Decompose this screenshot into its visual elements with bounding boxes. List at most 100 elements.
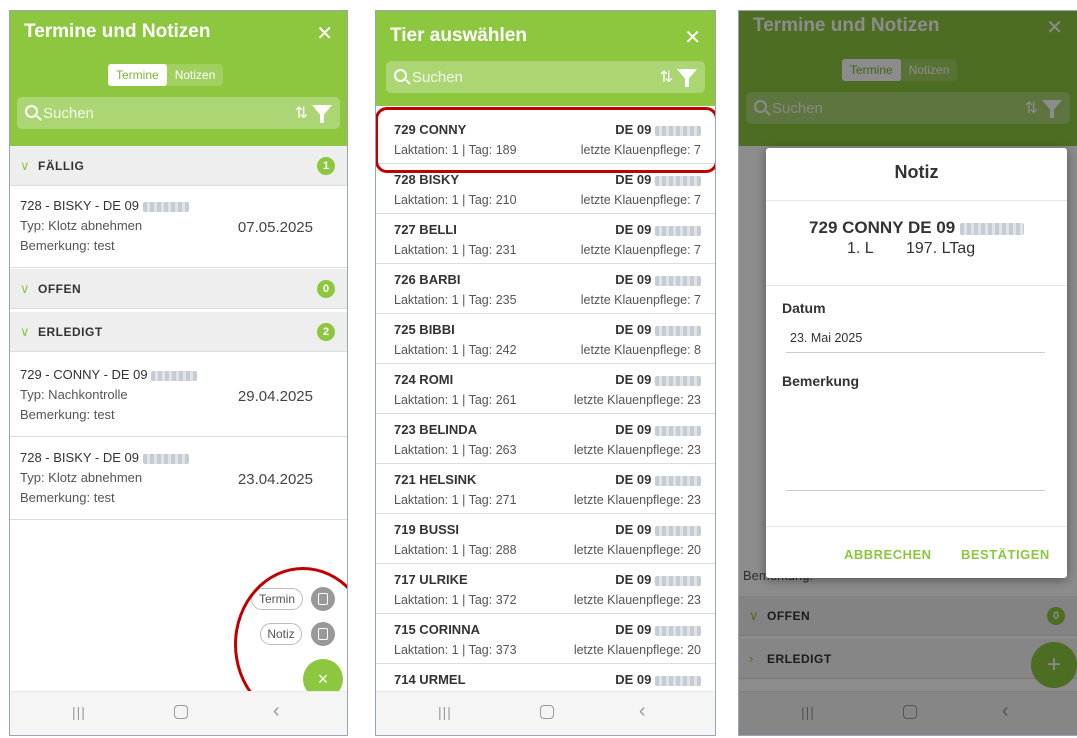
filter-icon[interactable] — [677, 69, 697, 87]
lactation-info: Laktation: 1 | Tag: 242 — [394, 343, 517, 357]
redacted-id — [142, 453, 189, 464]
page-title: Termine und Notizen — [24, 21, 211, 42]
animal-row[interactable]: 726 BARBI DE 09 Laktation: 1 | Tag: 235 le… — [376, 264, 715, 314]
ear-tag: DE 09 — [615, 672, 652, 687]
count-badge: 2 — [317, 323, 335, 341]
tab-notizen[interactable]: Notizen — [167, 64, 224, 86]
search-placeholder: Suchen — [43, 105, 94, 122]
section-label: FÄLLIG — [38, 159, 85, 173]
section-faellig[interactable]: ∨ FÄLLIG 1 — [10, 146, 347, 186]
animal-row[interactable]: 727 BELLI DE 09 Laktation: 1 | Tag: 231 le… — [376, 214, 715, 264]
animal-row[interactable]: 721 HELSINK DE 09 Laktation: 1 | Tag: 271… — [376, 464, 715, 514]
count-badge: 0 — [317, 280, 335, 298]
item-note: Bemerkung: test — [20, 407, 115, 422]
ear-tag: DE 09 — [615, 372, 652, 387]
header: Termine und Notizen ✕ Termine Notizen Su… — [10, 11, 347, 146]
cancel-button[interactable]: ABBRECHEN — [844, 547, 932, 562]
animal-row[interactable]: 717 ULRIKE DE 09 Laktation: 1 | Tag: 372 l… — [376, 564, 715, 614]
claw-care-info: letzte Klauenpflege: 23 — [573, 443, 701, 457]
item-note: Bemerkung: test — [20, 490, 115, 505]
dialog-title: Notiz — [894, 162, 939, 182]
ear-tag: DE 09 — [615, 572, 652, 587]
recent-apps-icon[interactable]: ||| — [438, 704, 452, 720]
redacted-id — [655, 275, 701, 286]
screen-note-dialog: Termine und Notizen ✕ Termine Notizen Su… — [738, 10, 1077, 736]
date-field[interactable]: 23. Mai 2025 — [790, 331, 862, 345]
filter-icon[interactable] — [312, 105, 332, 123]
animal-name: 723 BELINDA — [394, 422, 478, 437]
sort-icon[interactable]: ⇅ — [660, 67, 673, 87]
lactation-info: Laktation: 1 | Tag: 271 — [394, 493, 517, 507]
ear-tag: DE 09 — [615, 272, 652, 287]
item-title: 729 - CONNY - DE 09 — [20, 367, 148, 382]
section-erledigt[interactable]: ∨ ERLEDIGT 2 — [10, 312, 347, 352]
item-type: Typ: Klotz abnehmen — [20, 218, 143, 233]
claw-care-info: letzte Klauenpflege: 20 — [573, 543, 701, 557]
animal-row[interactable]: 725 BIBBI DE 09 Laktation: 1 | Tag: 242 le… — [376, 314, 715, 364]
search-input[interactable]: Suchen ⇅ — [17, 97, 340, 129]
item-date: 07.05.2025 — [237, 219, 313, 236]
redacted-id — [655, 425, 701, 436]
back-icon[interactable]: ‹ — [273, 700, 280, 723]
confirm-button[interactable]: BESTÄTIGEN — [961, 547, 1050, 562]
home-icon[interactable] — [174, 705, 188, 719]
ear-tag: DE 09 — [615, 172, 652, 187]
ear-tag: DE 09 — [615, 222, 652, 237]
lactation-info: Laktation: 1 | Tag: 235 — [394, 293, 517, 307]
list-item[interactable]: 728 - BISKY - DE 09 Typ: Klotz abnehmen … — [10, 438, 347, 520]
animal-name: 717 ULRIKE — [394, 572, 468, 587]
claw-care-info: letzte Klauenpflege: 23 — [573, 393, 701, 407]
redacted-id — [151, 370, 198, 381]
divider — [766, 285, 1067, 286]
animal-name: 725 BIBBI — [394, 322, 455, 337]
note-underline — [786, 490, 1045, 491]
section-label: OFFEN — [38, 282, 82, 296]
sort-icon[interactable]: ⇅ — [295, 103, 308, 123]
chevron-down-icon: ∨ — [20, 324, 30, 339]
redacted-id — [655, 625, 701, 636]
back-icon[interactable]: ‹ — [639, 700, 646, 723]
lactation: 1. L — [847, 240, 874, 257]
animal-name: 715 CORINNA — [394, 622, 480, 637]
search-placeholder: Suchen — [412, 69, 463, 86]
item-title: 728 - BISKY - DE 09 — [20, 198, 139, 213]
lactation-info: Laktation: 1 | Tag: 210 — [394, 193, 517, 207]
item-title: 728 - BISKY - DE 09 — [20, 450, 139, 465]
close-icon[interactable]: ✕ — [316, 21, 333, 46]
date-label: Datum — [782, 300, 826, 316]
chevron-down-icon: ∨ — [20, 281, 30, 296]
redacted-id — [655, 325, 701, 336]
date-underline — [786, 352, 1045, 353]
animal-row[interactable]: 723 BELINDA DE 09 Laktation: 1 | Tag: 263… — [376, 414, 715, 464]
ear-tag: DE 09 — [615, 422, 652, 437]
section-label: ERLEDIGT — [38, 325, 103, 339]
recent-apps-icon[interactable]: ||| — [72, 704, 86, 720]
animal-row[interactable]: 719 BUSSI DE 09 Laktation: 1 | Tag: 288 le… — [376, 514, 715, 564]
section-offen[interactable]: ∨ OFFEN 0 — [10, 269, 347, 309]
animal-name: 727 BELLI — [394, 222, 457, 237]
home-icon[interactable] — [540, 705, 554, 719]
close-icon[interactable]: ✕ — [684, 25, 701, 50]
tab-termine[interactable]: Termine — [108, 64, 167, 86]
item-date: 29.04.2025 — [237, 388, 313, 405]
list-item[interactable]: 729 - CONNY - DE 09 Typ: Nachkontrolle B… — [10, 355, 347, 437]
item-note: Bemerkung: test — [20, 238, 115, 253]
redacted-id — [655, 575, 701, 586]
lactation-info: Laktation: 1 | Tag: 373 — [394, 643, 517, 657]
redacted-id — [655, 525, 701, 536]
screen-appointments: Termine und Notizen ✕ Termine Notizen Su… — [9, 10, 348, 736]
note-dialog: Notiz 729 CONNY DE 09 1. L 197. LTag Dat… — [766, 148, 1067, 578]
animal-name: 726 BARBI — [394, 272, 461, 287]
claw-care-info: letzte Klauenpflege: 7 — [580, 293, 701, 307]
list-item[interactable]: 728 - BISKY - DE 09 Typ: Klotz abnehmen … — [10, 186, 347, 268]
animal-row[interactable]: 724 ROMI DE 09 Laktation: 1 | Tag: 261 let… — [376, 364, 715, 414]
lactation-info: Laktation: 1 | Tag: 263 — [394, 443, 517, 457]
search-input[interactable]: Suchen ⇅ — [386, 61, 705, 93]
lactation-day: 197. LTag — [906, 240, 976, 257]
animal-row[interactable]: 715 CORINNA DE 09 Laktation: 1 | Tag: 373… — [376, 614, 715, 664]
claw-care-info: letzte Klauenpflege: 20 — [573, 643, 701, 657]
chevron-down-icon: ∨ — [20, 158, 30, 173]
count-badge: 1 — [317, 157, 335, 175]
note-textarea[interactable] — [786, 398, 1045, 490]
ear-tag: DE 09 — [615, 522, 652, 537]
